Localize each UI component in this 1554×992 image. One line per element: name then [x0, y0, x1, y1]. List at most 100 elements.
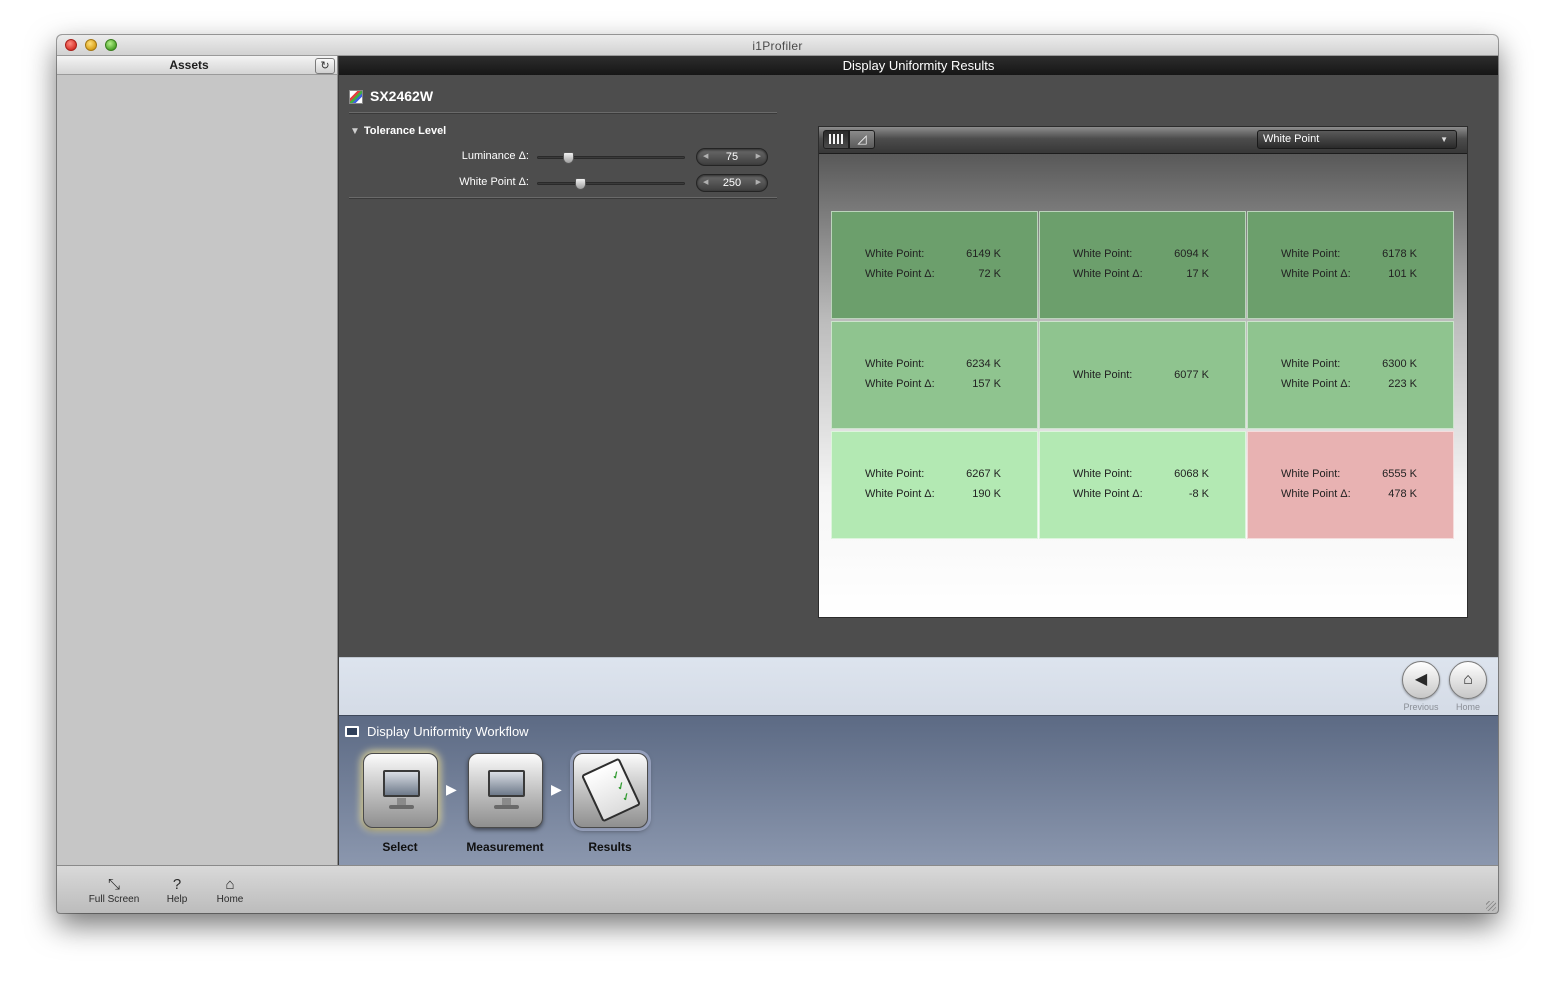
uniformity-cell: White Point: 6300 K White Point Δ: 223 K: [1247, 321, 1454, 429]
monitor-icon: [383, 770, 420, 797]
step-arrow-icon: ▶: [446, 781, 457, 797]
white-point-label: White Point:: [1073, 468, 1133, 480]
window-title: i1Profiler: [752, 39, 803, 53]
white-point-delta-label: White Point Δ:: [1281, 268, 1351, 280]
uniformity-cell: White Point: 6234 K White Point Δ: 157 K: [831, 321, 1038, 429]
white-point-delta-value: 101 K: [1388, 268, 1417, 280]
home-label: Home: [216, 894, 244, 905]
workflow-title: Display Uniformity Workflow: [367, 724, 529, 739]
uniformity-cell: White Point: 6178 K White Point Δ: 101 K: [1247, 211, 1454, 319]
device-name: SX2462W: [370, 88, 434, 104]
white-point-value: 6300 K: [1382, 358, 1417, 370]
page-title: Display Uniformity Results: [339, 56, 1498, 75]
step-select-label: Select: [382, 840, 418, 854]
back-arrow-icon: ◀: [1414, 671, 1428, 688]
white-point-stepper[interactable]: ◀ 250 ▶: [696, 174, 768, 192]
white-point-delta-label: White Point Δ:: [1281, 378, 1351, 390]
white-point-delta-value: 157 K: [972, 378, 1001, 390]
luminance-slider-thumb[interactable]: [562, 152, 574, 164]
white-point-label: White Point:: [1281, 358, 1341, 370]
refresh-icon: ↻: [320, 60, 330, 72]
white-point-value: 250: [722, 177, 742, 189]
white-point-delta-value: 72 K: [978, 268, 1001, 280]
white-point-delta-value: 17 K: [1186, 268, 1209, 280]
white-point-delta-value: -8 K: [1188, 488, 1209, 500]
white-point-label: White Point:: [1073, 369, 1133, 381]
home-button[interactable]: ⌂ Home: [200, 876, 260, 905]
increment-icon[interactable]: ▶: [756, 149, 761, 165]
chevron-down-icon: ▼: [1440, 135, 1448, 144]
grid-icon: [829, 134, 843, 144]
uniformity-cell: White Point: 6267 K White Point Δ: 190 K: [831, 431, 1038, 539]
white-point-value: 6267 K: [966, 468, 1001, 480]
white-point-delta-label: White Point Δ:: [1073, 488, 1143, 500]
luminance-delta-label: Luminance Δ:: [461, 150, 529, 162]
uniformity-cell: White Point: 6094 K White Point Δ: 17 K: [1039, 211, 1246, 319]
tolerance-label: Tolerance Level: [363, 125, 447, 137]
app-window: i1Profiler Assets ↻ Display Uniformity R…: [57, 35, 1498, 913]
step-measurement-button[interactable]: [468, 753, 543, 828]
full-screen-button[interactable]: ⤡ Full Screen: [84, 876, 144, 905]
white-point-value: 6178 K: [1382, 248, 1417, 260]
results-toolbar: ◿ White Point ▼: [819, 127, 1467, 154]
luminance-slider-track[interactable]: [537, 152, 685, 164]
clipboard-checklist-icon: ✓ ✓ ✓: [580, 757, 642, 823]
title-bar: i1Profiler: [57, 35, 1498, 56]
white-point-slider-track[interactable]: [537, 178, 685, 190]
step-arrow-icon: ▶: [551, 781, 562, 797]
white-point-label: White Point:: [1281, 248, 1341, 260]
step-measurement-label: Measurement: [466, 840, 544, 854]
metric-select[interactable]: White Point ▼: [1257, 130, 1457, 149]
white-point-delta-label: White Point Δ:: [1281, 488, 1351, 500]
resize-grip[interactable]: [1486, 901, 1496, 911]
disclosure-triangle-icon: ▼: [350, 126, 360, 137]
home-icon: ⌂: [225, 876, 235, 893]
decrement-icon[interactable]: ◀: [703, 149, 708, 165]
uniformity-results-panel: ◿ White Point ▼ White Point: 6149 K White …: [818, 126, 1468, 618]
metric-select-value: White Point: [1263, 133, 1320, 145]
assets-header: Assets ↻: [57, 56, 337, 75]
navigation-bar: ◀ Previous ⌂ Home: [339, 657, 1498, 715]
previous-button[interactable]: ◀: [1402, 661, 1440, 699]
decrement-icon[interactable]: ◀: [703, 175, 708, 191]
white-point-delta-value: 223 K: [1388, 378, 1417, 390]
luminance-value: 75: [725, 151, 739, 163]
main-content: Display Uniformity Results SX2462W ▼ Tole…: [339, 56, 1498, 865]
white-point-delta-label: White Point Δ:: [865, 378, 935, 390]
display-icon: [345, 726, 359, 737]
white-point-value: 6149 K: [966, 248, 1001, 260]
divider: [349, 197, 777, 198]
help-label: Help: [166, 894, 188, 905]
help-button[interactable]: ? Help: [147, 876, 207, 905]
device-profile-icon: [349, 90, 363, 104]
home-nav-label: Home: [1455, 702, 1480, 712]
expand-arrows-icon: ⤡: [107, 876, 120, 893]
step-select-button[interactable]: [363, 753, 438, 828]
step-results-button[interactable]: ✓ ✓ ✓: [573, 753, 648, 828]
step-results-label: Results: [588, 840, 632, 854]
bottom-toolbar: ⤡ Full Screen ? Help ⌂ Home: [57, 865, 1498, 913]
assets-title: Assets: [169, 58, 209, 72]
white-point-delta-label: White Point Δ:: [865, 488, 935, 500]
divider: [349, 112, 777, 113]
increment-icon[interactable]: ▶: [756, 175, 761, 191]
luminance-stepper[interactable]: ◀ 75 ▶: [696, 148, 768, 166]
uniformity-cell: White Point: 6077 K: [1039, 321, 1246, 429]
previous-label: Previous: [1403, 702, 1439, 712]
white-point-delta-label: White Point Δ:: [865, 268, 935, 280]
white-point-value: 6555 K: [1382, 468, 1417, 480]
white-point-value: 6234 K: [966, 358, 1001, 370]
tolerance-disclosure[interactable]: ▼ Tolerance Level: [350, 125, 446, 137]
chart-view-button[interactable]: ◿: [849, 130, 875, 149]
chart-icon: ◿: [857, 132, 867, 146]
white-point-slider-thumb[interactable]: [574, 178, 586, 190]
uniformity-cell: White Point: 6068 K White Point Δ: -8 K: [1039, 431, 1246, 539]
white-point-delta-value: 190 K: [972, 488, 1001, 500]
refresh-assets-button[interactable]: ↻: [315, 58, 335, 74]
grid-view-button[interactable]: [823, 130, 849, 149]
white-point-label: White Point:: [865, 248, 925, 260]
white-point-delta-label: White Point Δ:: [1073, 268, 1143, 280]
workflow-panel: Display Uniformity Workflow ▶ Select ▶ M…: [339, 715, 1498, 865]
white-point-value: 6068 K: [1174, 468, 1209, 480]
home-nav-button[interactable]: ⌂: [1449, 661, 1487, 699]
